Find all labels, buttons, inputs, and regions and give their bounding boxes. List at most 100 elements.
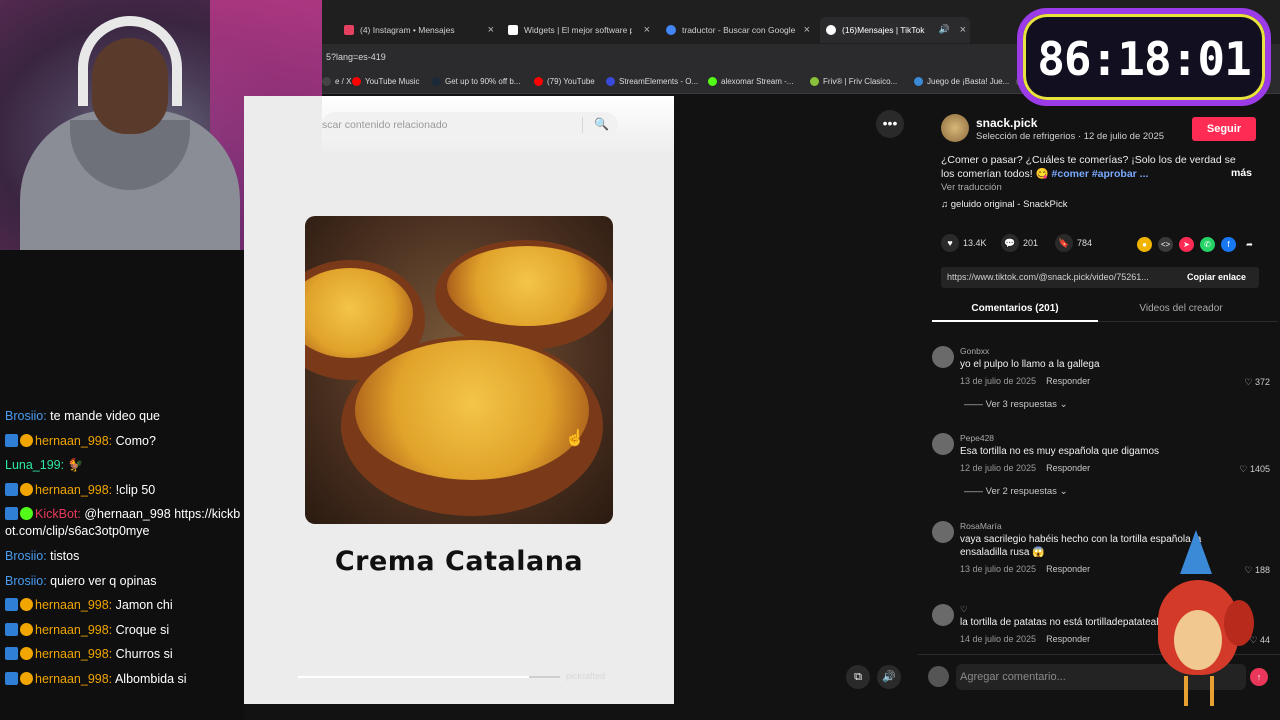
floating-player-button[interactable]: ⧉ xyxy=(846,665,870,689)
share-link-url[interactable]: https://www.tiktok.com/@snack.pick/video… xyxy=(947,272,1175,282)
tab-instagram[interactable]: (4) Instagram • Mensajes × xyxy=(344,17,494,43)
bookmark-item[interactable]: Friv® | Friv Clasico... xyxy=(810,77,897,86)
comment-date: 13 de julio de 2025 xyxy=(960,564,1037,574)
chat-username[interactable]: hernaan_998: xyxy=(35,623,112,637)
copy-link-button[interactable]: Copiar enlace xyxy=(1187,272,1246,282)
chat-username[interactable]: hernaan_998: xyxy=(35,672,112,686)
commenter-avatar[interactable] xyxy=(932,604,954,626)
bookmark-icon: 🔖 xyxy=(1055,234,1073,252)
chat-message: hernaan_998: Churros si xyxy=(5,646,241,663)
close-icon[interactable]: × xyxy=(804,24,810,36)
comment-icon: 💬 xyxy=(1001,234,1019,252)
chat-text: Jamon chi xyxy=(115,598,173,613)
related-search-input[interactable]: scar contenido relacionado 🔍 xyxy=(322,112,618,138)
chat-message: hernaan_998: Jamon chi xyxy=(5,597,241,614)
view-replies-button[interactable]: —— Ver 3 respuestas ⌄ xyxy=(964,399,1068,410)
comment-likes[interactable]: ♡ 1405 xyxy=(1239,464,1270,475)
chat-username[interactable]: Luna_199: xyxy=(5,458,64,472)
chat-text: Albombida si xyxy=(114,671,187,686)
video-progress-bar[interactable] xyxy=(298,676,560,678)
badge-icon xyxy=(5,622,18,636)
chat-message: KickBot: @hernaan_998 https://kickbot.co… xyxy=(5,506,241,540)
video-side-area xyxy=(674,96,918,704)
comment-date: 13 de julio de 2025 xyxy=(960,376,1037,386)
creator-avatar[interactable] xyxy=(941,114,969,142)
close-icon[interactable]: × xyxy=(960,24,966,36)
comment-like-count: 1405 xyxy=(1249,464,1270,474)
chat-text: Croque si xyxy=(115,622,170,637)
bookmark-item[interactable]: e / X xyxy=(322,77,351,86)
tab-widgets[interactable]: Widgets | El mejor software par × xyxy=(508,17,650,43)
hashtags[interactable]: #comer #aprobar ... xyxy=(1052,168,1149,180)
sound-link[interactable]: ♫ geluido original - SnackPick xyxy=(941,199,1067,210)
like-button[interactable]: ♥ 13.4K xyxy=(941,234,987,252)
more-options-button[interactable]: ••• xyxy=(876,110,904,138)
bookmark-item[interactable]: Get up to 90% off b... xyxy=(432,77,520,86)
tab-google[interactable]: traductor - Buscar con Google × xyxy=(666,17,810,43)
commenter-name[interactable]: ♡ xyxy=(960,604,968,615)
bookmark-item[interactable]: Juego de ¡Basta! Jue... xyxy=(914,77,1009,86)
reply-button[interactable]: Responder xyxy=(1046,634,1090,644)
volume-button[interactable]: 🔊 xyxy=(877,665,901,689)
embed-icon[interactable]: <> xyxy=(1158,237,1173,252)
chat-username[interactable]: hernaan_998: xyxy=(35,598,112,612)
tab-creator-videos[interactable]: Videos del creador xyxy=(1098,303,1264,314)
chat-username[interactable]: hernaan_998: xyxy=(35,434,112,448)
close-icon[interactable]: × xyxy=(488,24,494,36)
speaker-icon[interactable]: 🔊 xyxy=(939,24,950,35)
commenter-name[interactable]: RosaMaría xyxy=(960,521,1002,531)
sub-badge-icon xyxy=(20,671,33,685)
more-text-button[interactable]: más xyxy=(1231,167,1252,179)
view-replies-button[interactable]: —— Ver 2 respuestas ⌄ xyxy=(964,486,1068,497)
comment-date: 14 de julio de 2025 xyxy=(960,634,1037,644)
share-icon[interactable]: ➦ xyxy=(1242,237,1257,252)
tab-tiktok[interactable]: (16)Mensajes | TikTok 🔊 × xyxy=(820,17,970,43)
heart-icon: ♥ xyxy=(941,234,959,252)
search-placeholder: scar contenido relacionado xyxy=(322,119,448,131)
dessert-image xyxy=(305,216,613,524)
url-text[interactable]: 5?lang=es-419 xyxy=(326,52,386,62)
commenter-avatar[interactable] xyxy=(932,346,954,368)
bookmark-item[interactable]: YouTube Music xyxy=(352,77,420,86)
follow-button[interactable]: Seguir xyxy=(1192,117,1256,141)
chat-username[interactable]: Brosiio: xyxy=(5,549,47,563)
commenter-name[interactable]: Gonbxx xyxy=(960,346,989,356)
tab-label: Widgets | El mejor software par xyxy=(524,25,632,35)
bookmark-item[interactable]: (79) YouTube xyxy=(534,77,595,86)
close-icon[interactable]: × xyxy=(644,24,650,36)
chat-username[interactable]: hernaan_998: xyxy=(35,483,112,497)
video-title: Crema Catalana xyxy=(334,546,584,577)
facebook-icon[interactable]: f xyxy=(1221,237,1236,252)
chat-username[interactable]: hernaan_998: xyxy=(35,647,112,661)
translate-link[interactable]: Ver traducción xyxy=(941,182,1002,193)
send-icon[interactable]: ➤ xyxy=(1179,237,1194,252)
bookmark-item[interactable]: StreamElements - O... xyxy=(606,77,698,86)
creator-username[interactable]: snack.pick xyxy=(976,116,1037,130)
sub-badge-icon xyxy=(20,482,33,496)
whatsapp-icon[interactable]: ✆ xyxy=(1200,237,1215,252)
commenter-name[interactable]: Pepe428 xyxy=(960,433,994,443)
save-button[interactable]: 🔖 784 xyxy=(1055,234,1092,252)
comment-button[interactable]: 💬 201 xyxy=(1001,234,1038,252)
chat-username[interactable]: KickBot: xyxy=(35,507,81,521)
comment-likes[interactable]: ♡ 372 xyxy=(1244,377,1270,388)
friends-share-icon[interactable]: ● xyxy=(1137,237,1152,252)
reply-button[interactable]: Responder xyxy=(1046,376,1090,386)
bookmark-item[interactable]: alexomar Stream -... xyxy=(708,77,793,86)
commenter-avatar[interactable] xyxy=(932,433,954,455)
reply-button[interactable]: Responder xyxy=(1046,463,1090,473)
comment-like-count: 44 xyxy=(1259,635,1270,645)
chat-username[interactable]: Brosiio: xyxy=(5,574,47,588)
commenter-avatar[interactable] xyxy=(932,521,954,543)
subathon-timer: 86:18:01 xyxy=(1017,8,1271,106)
mouse-cursor-icon: ☝ xyxy=(565,430,585,447)
sub-badge-icon xyxy=(20,433,33,447)
chicken-wing xyxy=(1224,600,1254,646)
bookmark-label: StreamElements - O... xyxy=(619,77,699,86)
tab-comments[interactable]: Comentarios (201) xyxy=(932,303,1098,314)
share-link-box: https://www.tiktok.com/@snack.pick/video… xyxy=(941,267,1259,288)
tab-label: traductor - Buscar con Google xyxy=(682,25,796,35)
search-icon[interactable]: 🔍 xyxy=(594,117,609,131)
reply-button[interactable]: Responder xyxy=(1046,564,1090,574)
chat-username[interactable]: Brosiio: xyxy=(5,409,47,423)
